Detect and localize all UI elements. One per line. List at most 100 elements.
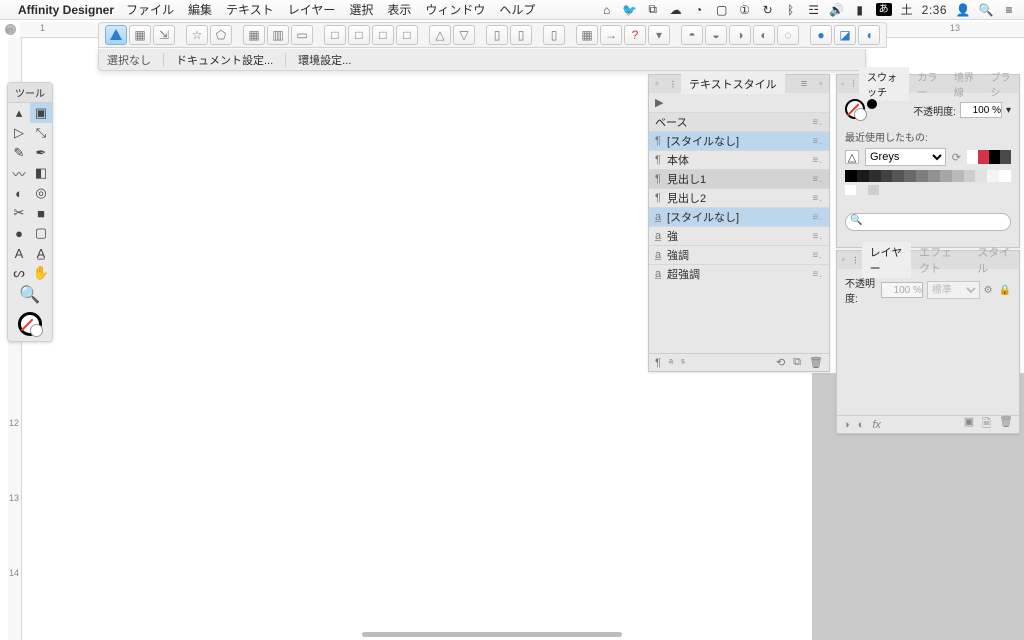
crop-tool[interactable]: ✂ — [8, 203, 30, 223]
fill-stroke-well[interactable] — [845, 99, 875, 121]
battery2-icon[interactable]: ▮ — [853, 3, 867, 17]
ramp-swatch[interactable] — [999, 170, 1011, 182]
styles-tab[interactable]: スタイル — [969, 242, 1019, 278]
fx-layer-icon[interactable]: fx — [872, 419, 881, 431]
sync-defaults-button[interactable]: ● — [810, 25, 832, 45]
fill-stroke-swatch[interactable] — [8, 307, 52, 341]
ramp-swatch[interactable] — [881, 170, 893, 182]
mini-ramp[interactable] — [845, 185, 879, 195]
brushes-tab[interactable]: ブラシ — [983, 67, 1019, 101]
flip-h-button[interactable]: △ — [429, 25, 451, 45]
volume-icon[interactable]: 🔊 — [830, 3, 844, 17]
color-tool[interactable]: ◧ — [30, 163, 52, 183]
styles-expand-icon[interactable]: ▶ — [649, 93, 829, 112]
panel-collapse-icon[interactable]: ◦ — [813, 78, 829, 90]
arrange-button[interactable]: ▯ — [543, 25, 565, 45]
opacity-input[interactable] — [960, 102, 1002, 118]
ramp-swatch[interactable] — [940, 170, 952, 182]
zoom-tool[interactable]: 🔍 — [8, 283, 52, 307]
bool-intersect-button[interactable]: ◑ — [729, 25, 751, 45]
row-more-icon[interactable]: ≡. — [812, 155, 823, 166]
snap-button[interactable]: ▥ — [267, 25, 289, 45]
artboard-tool[interactable]: ▣ — [30, 103, 52, 123]
ellipse-tool[interactable]: ● — [8, 223, 30, 243]
app-name[interactable]: Affinity Designer — [18, 3, 114, 17]
panel-menu-icon[interactable]: ⁝ — [665, 78, 681, 91]
point-transform-tool[interactable]: ⤡ — [30, 123, 52, 143]
reset-style-icon[interactable]: ⟲ — [776, 356, 785, 369]
ramp-swatch[interactable] — [987, 170, 999, 182]
new-layer-icon[interactable]: 🗎 — [982, 415, 991, 434]
transform-button[interactable]: ▭ — [291, 25, 313, 45]
ramp-swatch[interactable] — [964, 170, 976, 182]
eyedropper-tool[interactable]: ✎ — [8, 143, 30, 163]
move-back-button[interactable]: ▯ — [486, 25, 508, 45]
move-tool[interactable]: ▴ — [8, 103, 30, 123]
layer-blend-select[interactable]: 標準 — [927, 281, 980, 299]
designer-persona-button[interactable] — [105, 25, 127, 45]
cloud-icon[interactable]: ☁ — [669, 3, 683, 17]
color-tab[interactable]: カラー — [909, 67, 946, 101]
new-char-style-icon[interactable]: ᵃ — [669, 357, 673, 369]
align-center-button[interactable]: □ — [348, 25, 370, 45]
swatch-refresh-icon[interactable]: ⟳ — [952, 151, 961, 164]
battery-icon[interactable]: ◔ — [692, 3, 706, 17]
notification-center-icon[interactable]: ≡ — [1002, 3, 1016, 17]
swatch-search-input[interactable] — [845, 213, 1011, 231]
revert-defaults-button[interactable]: ◪ — [834, 25, 856, 45]
airplay-icon[interactable]: ⌂ — [600, 3, 614, 17]
layers-tab[interactable]: レイヤー — [862, 242, 912, 278]
pen-tool[interactable]: ✒ — [30, 143, 52, 163]
favorite-button[interactable]: ☆ — [186, 25, 208, 45]
new-group-style-icon[interactable]: ˢ — [681, 357, 685, 369]
text-style-row[interactable]: ¶見出し1≡. — [649, 169, 829, 188]
layer-opacity-input[interactable] — [881, 282, 923, 298]
ramp-swatch[interactable] — [856, 185, 867, 195]
frame-text-tool[interactable]: A̲ — [30, 243, 52, 263]
input-source-badge[interactable]: あ — [876, 3, 892, 16]
ramp-swatch[interactable] — [916, 170, 928, 182]
row-more-icon[interactable]: ≡. — [812, 212, 823, 223]
text-style-row[interactable]: a̲強調≡. — [649, 245, 829, 264]
document-setup-button[interactable]: ドキュメント設定... — [176, 52, 273, 68]
align-right-button[interactable]: □ — [372, 25, 394, 45]
preferences-button[interactable]: 環境設定... — [298, 52, 351, 68]
panel-options-icon[interactable]: ≡ — [795, 78, 813, 90]
spotlight-icon[interactable]: 🔍 — [979, 3, 993, 17]
bluetooth-icon[interactable]: ᛒ — [784, 3, 798, 17]
save-defaults-button[interactable]: ◖ — [858, 25, 880, 45]
effects-tab[interactable]: エフェクト — [911, 242, 969, 278]
text-style-row[interactable]: ¶見出し2≡. — [649, 188, 829, 207]
grid-button[interactable]: ▦ — [243, 25, 265, 45]
help-button[interactable]: ? — [624, 25, 646, 45]
ramp-swatch[interactable] — [904, 170, 916, 182]
preset-chip[interactable] — [989, 150, 1000, 164]
menu-window[interactable]: ウィンドウ — [425, 1, 485, 18]
menu-file[interactable]: ファイル — [126, 1, 174, 18]
ramp-swatch[interactable] — [975, 170, 987, 182]
rectangle-tool[interactable]: ■ — [30, 203, 52, 223]
transparency-tool[interactable]: ◎ — [30, 183, 52, 203]
artistic-text-tool[interactable]: A — [8, 243, 30, 263]
menu-help[interactable]: ヘルプ — [499, 1, 535, 18]
bool-subtract-button[interactable]: ◒ — [705, 25, 727, 45]
pan-tool[interactable]: ✋ — [30, 263, 52, 283]
move-front-button[interactable]: ▯ — [510, 25, 532, 45]
text-styles-tab[interactable]: テキストスタイル — [681, 74, 785, 94]
clock-day[interactable]: 土 — [901, 1, 913, 18]
dropbox-icon[interactable]: ⧉ — [646, 3, 660, 17]
node-tool[interactable]: ▷ — [8, 123, 30, 143]
clock-time[interactable]: 2:36 — [922, 3, 947, 17]
sync-icon[interactable]: ↻ — [761, 3, 775, 17]
new-para-style-icon[interactable]: ¶ — [655, 357, 661, 369]
pixel-persona-button[interactable]: ▦ — [129, 25, 151, 45]
row-more-icon[interactable]: ≡. — [812, 193, 823, 204]
insert-target-button[interactable]: → — [600, 25, 622, 45]
row-more-icon[interactable]: ≡. — [812, 117, 823, 128]
ramp-swatch[interactable] — [868, 185, 879, 195]
layer-lock-icon[interactable]: 🔒 — [999, 285, 1011, 296]
guides-button[interactable]: ▦ — [576, 25, 598, 45]
export-persona-button[interactable]: ⇲ — [153, 25, 175, 45]
layer-gear-icon[interactable]: ⚙ — [984, 285, 993, 296]
panel-menu-icon[interactable]: ⁝ — [848, 79, 859, 90]
